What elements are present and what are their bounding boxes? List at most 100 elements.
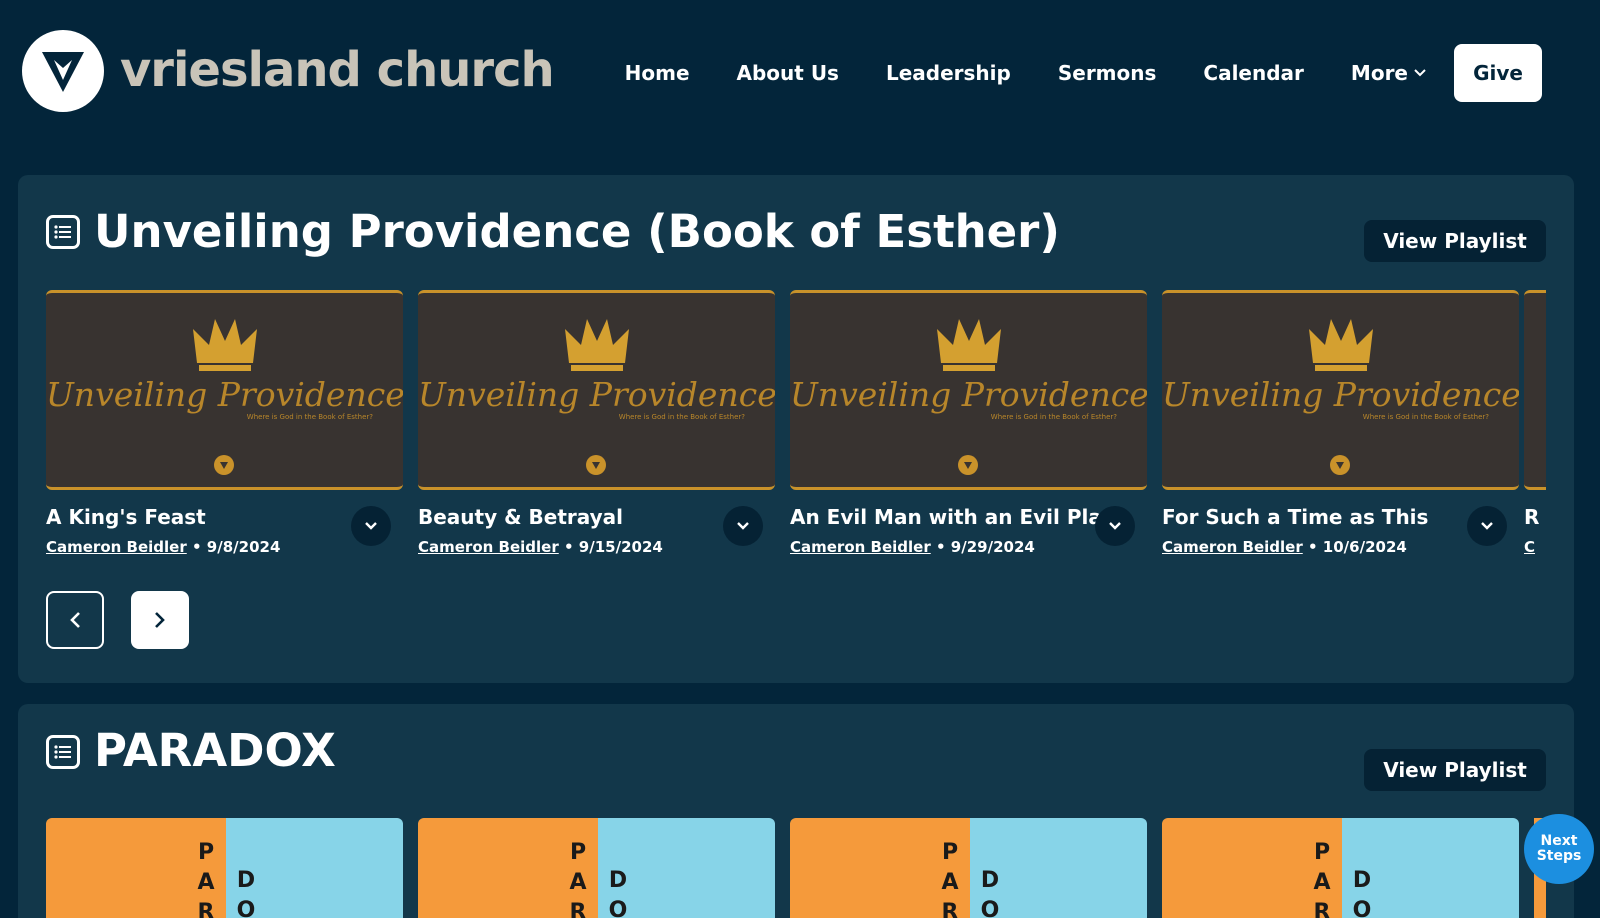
chevron-down-icon [737, 522, 749, 530]
church-badge-icon [214, 455, 234, 475]
thumbnail-brand: Unveiling Providence [1162, 375, 1519, 414]
church-badge-icon [1330, 455, 1350, 475]
sermon-meta: Cameron Beidler • 9/15/2024 [418, 538, 663, 556]
thumbnail-brand: Unveiling Providence [46, 375, 403, 414]
site-header: vriesland church Home About Us Leadershi… [0, 0, 1600, 146]
chevron-right-icon [155, 612, 165, 628]
sermon-date: 9/15/2024 [578, 538, 663, 556]
nav-more[interactable]: More [1351, 61, 1426, 85]
thumb-blue-panel: DO [1342, 818, 1519, 918]
thumb-orange-panel: PAR [418, 818, 598, 918]
thumbnail-letters-right: DO [236, 868, 256, 918]
sermon-thumbnail[interactable]: Unveiling Providence Where is God in the… [790, 290, 1147, 490]
main-nav: Home About Us Leadership Sermons Calenda… [578, 44, 1542, 102]
thumbnail-tagline: Where is God in the Book of Esther? [990, 413, 1117, 421]
sermon-thumbnail[interactable]: Unveiling Providence Where is God in the… [418, 290, 775, 490]
sermon-card[interactable]: Unveiling Providence Where is God in the… [418, 290, 775, 556]
nav-leadership[interactable]: Leadership [886, 61, 1011, 85]
nav-about-us[interactable]: About Us [737, 61, 839, 85]
sermon-meta: Cameron Beidler • 9/8/2024 [46, 538, 281, 556]
sermon-thumbnail[interactable]: Unveiling Providence Where is God in the… [1162, 290, 1519, 490]
crown-icon [193, 319, 257, 371]
thumbnail-letters-right: DO [1352, 868, 1372, 918]
crown-icon [565, 319, 629, 371]
chevron-down-icon [1481, 522, 1493, 530]
playlist-title: PARADOX [94, 724, 336, 777]
sermon-thumbnail[interactable]: Unveiling Providence Where is God in the… [46, 290, 403, 490]
sermon-date: 9/29/2024 [950, 538, 1035, 556]
sermon-card-partial[interactable]: R C [1524, 290, 1546, 590]
sermon-card[interactable]: Unveiling Providence Where is God in the… [46, 290, 403, 556]
chevron-down-icon [1109, 522, 1121, 530]
sermon-thumbnail[interactable] [1524, 290, 1546, 490]
view-playlist-button[interactable]: View Playlist [1364, 749, 1546, 791]
sermon-speaker-link[interactable]: Cameron Beidler [418, 538, 559, 556]
thumbnail-letters-left: PAR [1313, 840, 1331, 918]
sermon-card[interactable]: Unveiling Providence Where is God in the… [1162, 290, 1519, 556]
crown-icon [937, 319, 1001, 371]
view-playlist-button[interactable]: View Playlist [1364, 220, 1546, 262]
sermon-title[interactable]: Beauty & Betrayal [418, 505, 623, 529]
playlist-title: Unveiling Providence (Book of Esther) [94, 205, 1060, 258]
nav-more-label: More [1350, 61, 1408, 85]
nav-sermons[interactable]: Sermons [1058, 61, 1157, 85]
sermon-thumbnail[interactable]: PAR DO [790, 818, 1147, 918]
sermon-title[interactable]: For Such a Time as This [1162, 505, 1428, 529]
playlist-unveiling-providence: Unveiling Providence (Book of Esther) Vi… [18, 175, 1574, 683]
thumbnail-letters-left: PAR [197, 840, 215, 918]
sermon-carousel: PAR DO PAR DO PAR DO PAR DO [46, 818, 1546, 918]
sermon-meta: Cameron Beidler • 9/29/2024 [790, 538, 1035, 556]
sermon-thumbnail[interactable]: PAR DO [46, 818, 403, 918]
expand-button[interactable] [1095, 506, 1135, 546]
sermon-speaker-link[interactable]: Cameron Beidler [790, 538, 931, 556]
thumbnail-tagline: Where is God in the Book of Esther? [1362, 413, 1489, 421]
chevron-left-icon [70, 612, 80, 628]
thumb-blue-panel: DO [970, 818, 1147, 918]
thumbnail-brand: Unveiling Providence [790, 375, 1147, 414]
crown-icon [1309, 319, 1373, 371]
playlist-icon [46, 215, 80, 249]
church-badge-icon [586, 455, 606, 475]
thumbnail-letters-right: DO [980, 868, 1000, 918]
sermon-title[interactable]: R [1524, 505, 1539, 529]
expand-button[interactable] [351, 506, 391, 546]
thumbnail-tagline: Where is God in the Book of Esther? [618, 413, 745, 421]
expand-button[interactable] [1467, 506, 1507, 546]
thumbnail-tagline: Where is God in the Book of Esther? [246, 413, 373, 421]
next-steps-button[interactable]: Next Steps [1524, 814, 1594, 884]
nav-calendar[interactable]: Calendar [1203, 61, 1304, 85]
sermon-meta: Cameron Beidler • 10/6/2024 [1162, 538, 1407, 556]
sermon-card[interactable]: Unveiling Providence Where is God in the… [790, 290, 1147, 556]
church-logo-icon[interactable] [22, 30, 104, 112]
thumbnail-letters-left: PAR [941, 840, 959, 918]
thumbnail-brand: Unveiling Providence [418, 375, 775, 414]
church-badge-icon [958, 455, 978, 475]
thumb-blue-panel: DO [598, 818, 775, 918]
sermon-date: 9/8/2024 [206, 538, 281, 556]
carousel-prev-button[interactable] [46, 591, 104, 649]
site-name[interactable]: vriesland church [120, 42, 555, 98]
sermon-thumbnail[interactable]: PAR DO [1162, 818, 1519, 918]
nav-home[interactable]: Home [625, 61, 690, 85]
sermon-carousel: Unveiling Providence Where is God in the… [46, 290, 1546, 590]
chevron-down-icon [1414, 69, 1426, 77]
carousel-next-button[interactable] [131, 591, 189, 649]
chevron-down-icon [365, 522, 377, 530]
sermon-date: 10/6/2024 [1322, 538, 1407, 556]
thumbnail-letters-right: DO [608, 868, 628, 918]
sermon-title[interactable]: An Evil Man with an Evil Plan [790, 505, 1116, 529]
thumb-orange-panel: PAR [46, 818, 226, 918]
thumb-orange-panel: PAR [1162, 818, 1342, 918]
thumbnail-letters-left: PAR [569, 840, 587, 918]
playlist-icon [46, 735, 80, 769]
sermon-speaker-link[interactable]: Cameron Beidler [1162, 538, 1303, 556]
expand-button[interactable] [723, 506, 763, 546]
playlist-paradox: PARADOX View Playlist PAR DO PAR DO PAR … [18, 704, 1574, 918]
sermon-thumbnail[interactable]: PAR DO [418, 818, 775, 918]
sermon-speaker-link[interactable]: Cameron Beidler [46, 538, 187, 556]
sermon-title[interactable]: A King's Feast [46, 505, 206, 529]
give-button[interactable]: Give [1454, 44, 1542, 102]
sermon-speaker-link[interactable]: C [1524, 538, 1535, 556]
thumb-orange-panel: PAR [790, 818, 970, 918]
thumb-blue-panel: DO [226, 818, 403, 918]
